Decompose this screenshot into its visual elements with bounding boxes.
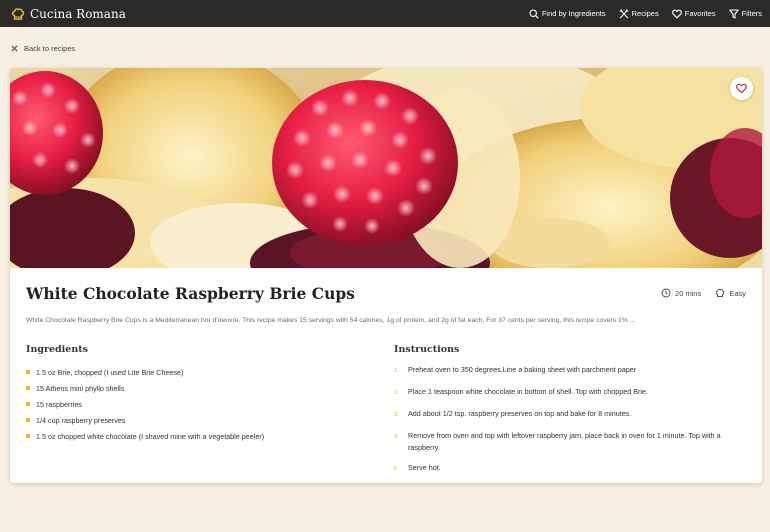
nav-recipes[interactable]: Recipes — [619, 8, 659, 19]
close-icon — [11, 45, 18, 52]
nav-filters-label: Filters — [741, 9, 762, 18]
step-number: 3. — [394, 412, 399, 418]
utensils-icon — [619, 8, 628, 18]
back-label: Back to recipes — [24, 44, 76, 53]
chef-hat-icon — [716, 288, 725, 297]
step-text: Remove from oven and top with leftover r… — [408, 431, 721, 452]
nav-filters[interactable]: Filters — [728, 8, 762, 19]
back-to-recipes-link[interactable]: Back to recipes — [11, 44, 75, 53]
list-item: 2. Place 1 teaspoon white chocolate in bo… — [394, 386, 744, 400]
ingredient-text: 1/4 cup raspberry preserves — [36, 415, 126, 425]
step-number: 4. — [394, 434, 399, 440]
heart-icon — [671, 9, 682, 18]
recipe-photo — [10, 68, 762, 268]
bullet-icon — [26, 386, 30, 390]
clock-icon — [661, 288, 671, 298]
nav-recipes-label: Recipes — [631, 9, 659, 18]
recipe-meta: 20 mins Easy — [647, 288, 746, 298]
list-item: 5. Serve hot. — [394, 462, 744, 476]
recipe-card: White Chocolate Raspberry Brie Cups 20 m… — [10, 68, 762, 483]
step-text: Serve hot. — [408, 462, 441, 472]
ingredient-text: 1.5 oz chopped white chocolate (I shaved… — [36, 431, 265, 441]
chef-hat-icon — [11, 7, 25, 20]
step-text: Add about 1/2 tsp. raspberry preserves o… — [408, 409, 632, 418]
step-text: Preheat oven to 350 degrees.Line a bakin… — [408, 365, 637, 374]
list-item: 1.5 oz Brie, chopped (I used Lite Brie C… — [26, 364, 376, 380]
step-number: 2. — [394, 390, 399, 396]
step-number: 5. — [394, 465, 399, 472]
ingredients-list: 1.5 oz Brie, chopped (I used Lite Brie C… — [26, 364, 376, 444]
instructions-list: 1. Preheat oven to 350 degrees.Line a bak… — [394, 364, 744, 483]
difficulty: Easy — [715, 288, 746, 298]
bullet-icon — [26, 418, 30, 422]
heart-icon — [736, 83, 747, 94]
list-item: 15 Athens mini phyllo shells — [26, 380, 376, 396]
nav-favorites[interactable]: Favorites — [671, 9, 716, 19]
ingredients-heading: Ingredients — [26, 344, 88, 355]
recipe-summary: White Chocolate Raspberry Brie Cups is a… — [26, 317, 636, 324]
favorite-button[interactable] — [730, 77, 753, 100]
nav-find-by-ingredients[interactable]: Find by Ingredients — [529, 8, 606, 19]
list-item: 1/4 cup raspberry preserves — [26, 412, 376, 428]
ingredient-text: 15 Athens mini phyllo shells — [36, 383, 125, 393]
cook-time-value: 20 mins — [675, 288, 702, 298]
step-number: 1. — [394, 368, 399, 374]
list-item: 1. Preheat oven to 350 degrees.Line a bak… — [394, 364, 744, 378]
instructions-heading: Instructions — [394, 344, 460, 355]
recipe-hero-image — [10, 68, 762, 268]
list-item: 15 raspberries — [26, 396, 376, 412]
cook-time: 20 mins — [661, 288, 701, 298]
filter-icon — [728, 8, 739, 19]
step-text: Place 1 teaspoon white chocolate in bott… — [408, 387, 648, 396]
ingredient-text: 1.5 oz Brie, chopped (I used Lite Brie C… — [36, 367, 184, 377]
nav-find-by-ingredients-label: Find by Ingredients — [541, 9, 606, 18]
difficulty-value: Easy — [729, 288, 746, 298]
list-item: 4. Remove from oven and top with leftover… — [394, 430, 744, 453]
top-navigation-bar: Cucina Romana Find by Ingredients Recipe… — [0, 0, 770, 27]
brand-name: Cucina Romana — [30, 6, 126, 21]
brand-logo[interactable]: Cucina Romana — [11, 7, 126, 21]
main-nav: Find by Ingredients Recipes Favorites Fi… — [516, 8, 762, 19]
ingredient-text: 15 raspberries — [36, 399, 82, 409]
bullet-icon — [26, 370, 30, 374]
recipe-title: White Chocolate Raspberry Brie Cups — [26, 284, 355, 303]
bullet-icon — [26, 402, 30, 406]
list-item: 3. Add about 1/2 tsp. raspberry preserves… — [394, 408, 744, 422]
nav-favorites-label: Favorites — [684, 9, 716, 18]
search-icon — [529, 8, 539, 19]
list-item: 1.5 oz chopped white chocolate (I shaved… — [26, 428, 376, 444]
bullet-icon — [26, 434, 30, 438]
